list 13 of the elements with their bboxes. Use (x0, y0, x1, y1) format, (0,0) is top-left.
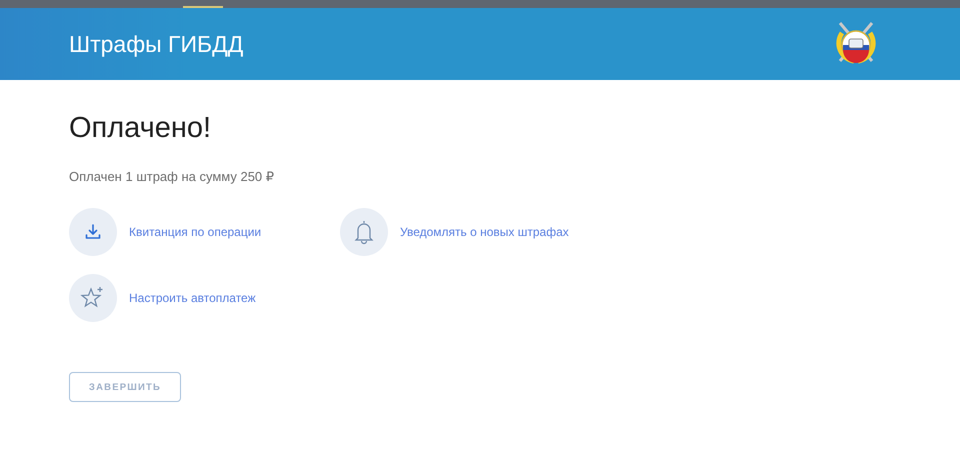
tab-indicator (183, 6, 223, 8)
action-link[interactable]: Уведомлять о новых штрафах (400, 225, 569, 239)
header-title: Штрафы ГИБДД (69, 30, 244, 58)
finish-button[interactable]: ЗАВЕРШИТЬ (69, 372, 181, 402)
action-link[interactable]: Квитанция по операции (129, 225, 262, 239)
bell-icon (352, 219, 376, 245)
payment-summary: Оплачен 1 штраф на сумму 250 ₽ (69, 169, 276, 185)
page-title: Оплачено! (69, 112, 212, 145)
icon-circle[interactable] (69, 208, 117, 256)
action-link[interactable]: Настроить автоплатеж (129, 291, 256, 305)
icon-circle[interactable] (69, 274, 117, 322)
icon-circle[interactable] (340, 208, 388, 256)
download-icon (84, 223, 102, 241)
